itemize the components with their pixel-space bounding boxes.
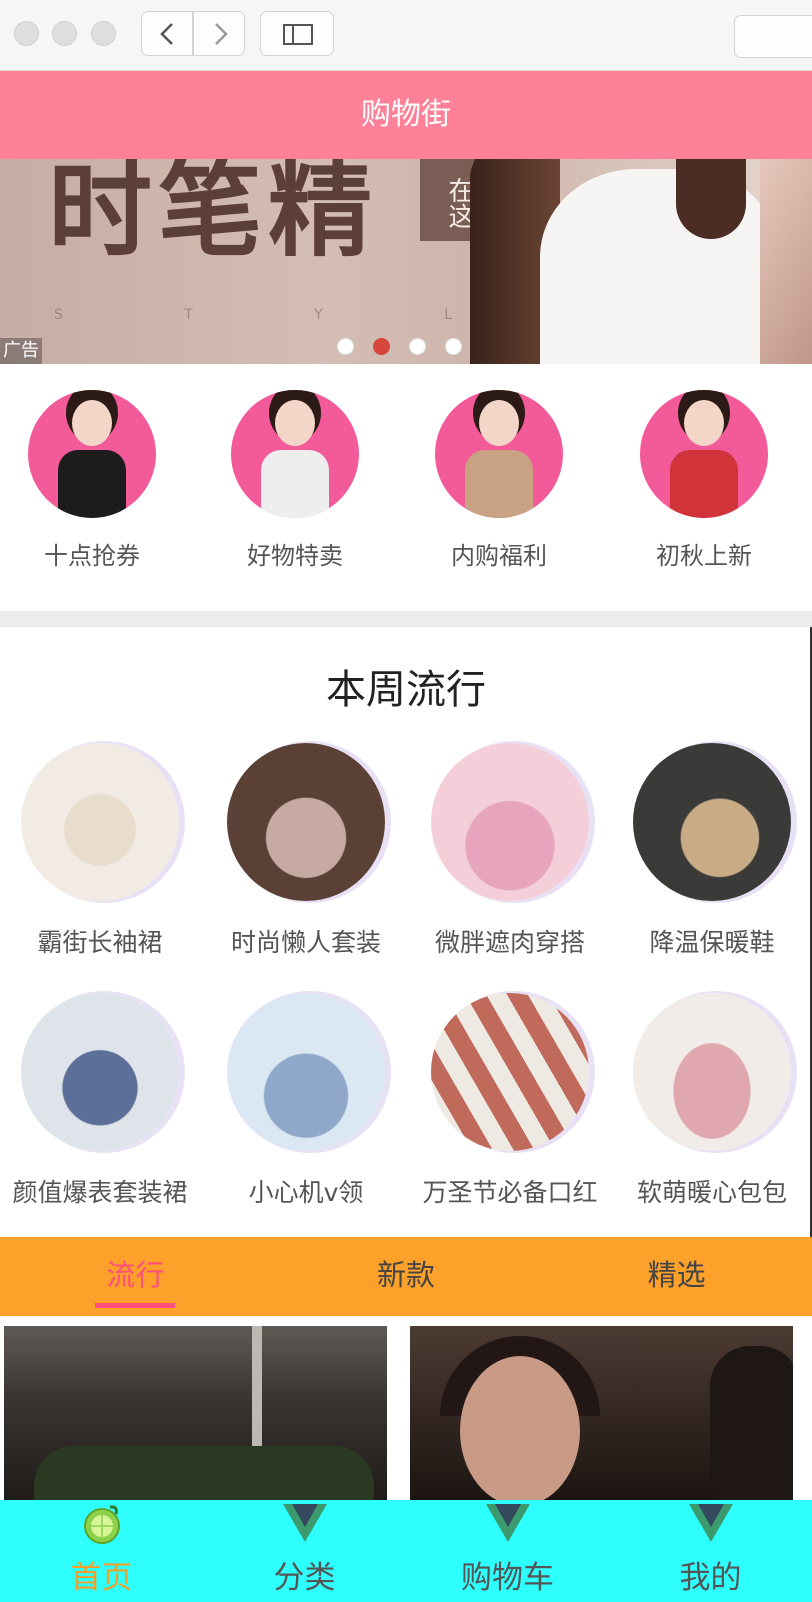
swiper-indicator bbox=[337, 338, 462, 355]
feature-image bbox=[227, 993, 385, 1151]
feature-label: 降温保暖鞋 bbox=[649, 928, 775, 957]
outfit bbox=[58, 450, 126, 518]
feature-item[interactable]: 软萌暖心包包 bbox=[612, 993, 812, 1209]
tab-new[interactable]: 新款 bbox=[271, 1237, 542, 1316]
feature-item[interactable]: 降温保暖鞋 bbox=[612, 743, 812, 959]
vue-icon bbox=[485, 1504, 530, 1542]
feature-label: 颜值爆表套装裙 bbox=[12, 1178, 188, 1207]
tabbar-label: 分类 bbox=[273, 1560, 336, 1596]
banner-headline: 时笔精 bbox=[48, 159, 379, 271]
feature-label: 软萌暖心包包 bbox=[636, 1178, 787, 1207]
feature-title: 本周流行 bbox=[326, 667, 486, 713]
recommend-item[interactable]: 初秋上新 bbox=[629, 390, 779, 571]
feature-image bbox=[633, 743, 791, 901]
banner-decoration bbox=[760, 159, 812, 364]
recommend-label: 好物特卖 bbox=[247, 542, 343, 570]
feature-image bbox=[21, 743, 179, 901]
recommend-image bbox=[435, 390, 563, 518]
feature-image bbox=[431, 993, 589, 1151]
back-button[interactable] bbox=[141, 11, 193, 56]
vue-icon bbox=[688, 1504, 733, 1542]
browser-toolbar bbox=[0, 0, 812, 71]
address-bar[interactable] bbox=[734, 15, 812, 58]
recommend-image bbox=[231, 390, 359, 518]
banner-style-letters: S T Y L bbox=[54, 307, 454, 323]
goods-item[interactable] bbox=[4, 1326, 387, 1506]
recommend-item[interactable]: 好物特卖 bbox=[220, 390, 370, 571]
tabbar-item-cart[interactable]: 购物车 bbox=[406, 1500, 609, 1602]
recommend-label: 内购福利 bbox=[451, 542, 547, 570]
feature-image bbox=[431, 743, 589, 901]
feature-label: 万圣节必备口红 bbox=[422, 1178, 598, 1207]
lime-icon bbox=[83, 1505, 120, 1544]
tabbar-label: 我的 bbox=[679, 1560, 742, 1596]
feature-image bbox=[21, 993, 179, 1151]
recommend-label: 十点抢券 bbox=[44, 542, 140, 570]
feature-image bbox=[633, 993, 791, 1151]
tab-popular[interactable]: 流行 bbox=[0, 1237, 271, 1316]
swiper-dot[interactable] bbox=[337, 338, 354, 355]
swiper-dot[interactable] bbox=[445, 338, 462, 355]
feature-view: 本周流行 霸街长袖裙 时尚懒人套装 微胖遮肉穿搭 降温保暖鞋 颜值爆表套装裙 小… bbox=[0, 627, 812, 1237]
sidebar-toggle-button[interactable] bbox=[260, 11, 334, 56]
page-title: 购物街 bbox=[361, 97, 451, 132]
recommend-view: 十点抢券 好物特卖 内购福利 初秋上新 bbox=[0, 364, 812, 611]
recommend-image bbox=[28, 390, 156, 518]
minimize-window-button[interactable] bbox=[52, 21, 77, 46]
recommend-image bbox=[640, 390, 768, 518]
chevron-right-icon bbox=[215, 23, 228, 45]
tab-control: 流行 新款 精选 bbox=[0, 1237, 812, 1316]
tabbar-item-category[interactable]: 分类 bbox=[203, 1500, 406, 1602]
recommend-item[interactable]: 内购福利 bbox=[424, 390, 574, 571]
vue-icon bbox=[282, 1504, 327, 1542]
ad-badge: 广告 bbox=[0, 338, 42, 364]
tab-active-underline bbox=[95, 1303, 176, 1308]
feature-label: 小心机v领 bbox=[248, 1178, 364, 1207]
feature-item[interactable]: 小心机v领 bbox=[206, 993, 406, 1209]
feature-label: 微胖遮肉穿搭 bbox=[434, 928, 585, 957]
tabbar-item-profile[interactable]: 我的 bbox=[609, 1500, 812, 1602]
feature-label: 时尚懒人套装 bbox=[230, 928, 381, 957]
chevron-left-icon bbox=[160, 23, 173, 45]
forward-button[interactable] bbox=[193, 11, 245, 56]
close-window-button[interactable] bbox=[14, 21, 39, 46]
swiper-dot[interactable] bbox=[409, 338, 426, 355]
tabbar-label: 购物车 bbox=[461, 1560, 554, 1596]
main-tab-bar: 首页 分类 购物车 我的 bbox=[0, 1500, 812, 1602]
banner-tag: 在这 bbox=[420, 159, 476, 241]
swiper-dot-active[interactable] bbox=[373, 338, 390, 355]
recommend-label: 初秋上新 bbox=[656, 542, 752, 570]
banner-swiper[interactable]: 时笔精 在这 S T Y L bbox=[0, 159, 812, 364]
maximize-window-button[interactable] bbox=[91, 21, 116, 46]
feature-item[interactable]: 霸街长袖裙 bbox=[0, 743, 200, 959]
feature-item[interactable]: 微胖遮肉穿搭 bbox=[410, 743, 610, 959]
recommend-item[interactable]: 十点抢券 bbox=[17, 390, 167, 571]
tabbar-label: 首页 bbox=[70, 1560, 133, 1596]
feature-item[interactable]: 时尚懒人套装 bbox=[206, 743, 406, 959]
goods-item[interactable] bbox=[410, 1326, 793, 1506]
feature-item[interactable]: 万圣节必备口红 bbox=[410, 993, 610, 1209]
feature-image bbox=[227, 743, 385, 901]
feature-label: 霸街长袖裙 bbox=[37, 928, 163, 957]
tab-selected[interactable]: 精选 bbox=[541, 1237, 812, 1316]
banner-model-hair-right bbox=[676, 159, 746, 239]
sidebar-icon bbox=[283, 24, 313, 45]
section-divider bbox=[0, 611, 812, 627]
tabbar-item-home[interactable]: 首页 bbox=[0, 1500, 203, 1602]
feature-item[interactable]: 颜值爆表套装裙 bbox=[0, 993, 200, 1209]
nav-bar: 购物街 bbox=[0, 71, 812, 159]
